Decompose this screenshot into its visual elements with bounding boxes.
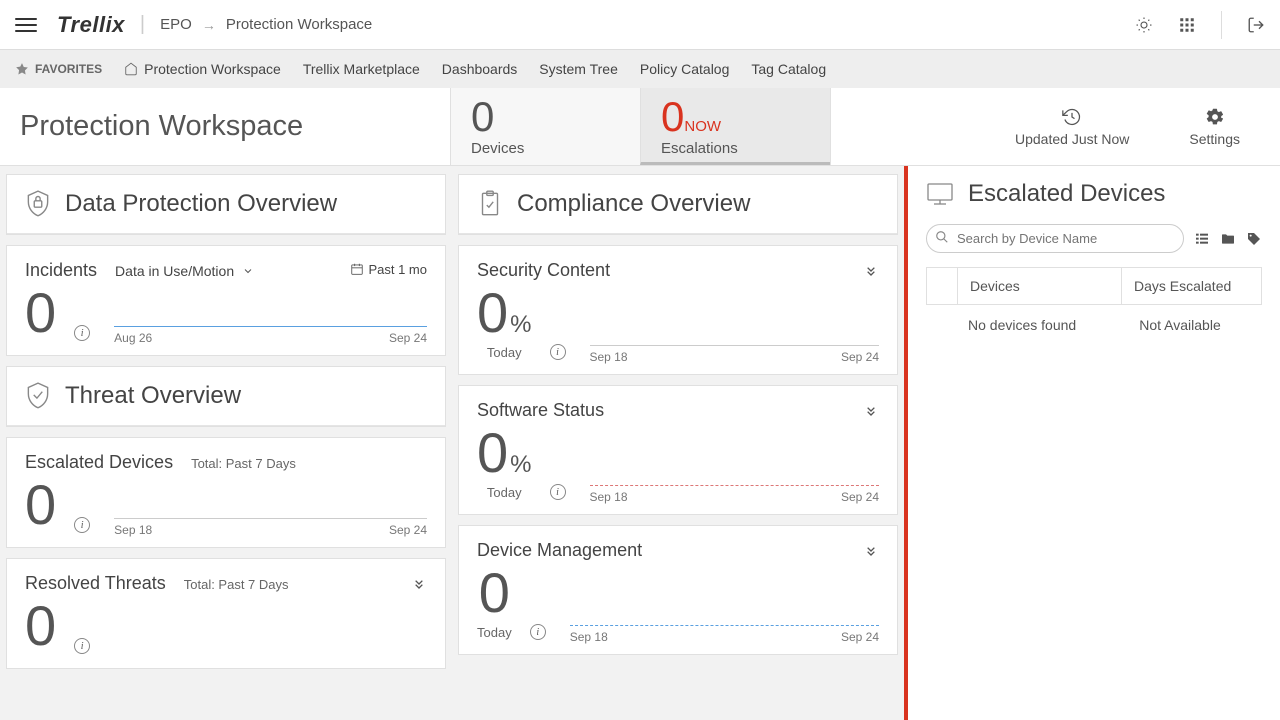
nav-policy-catalog[interactable]: Policy Catalog: [640, 61, 730, 77]
theme-icon[interactable]: [1135, 16, 1153, 34]
empty-message: No devices found: [968, 317, 1110, 333]
header-text: Threat Overview: [65, 382, 241, 410]
favorites-label: FAVORITES: [35, 62, 102, 76]
info-icon[interactable]: i: [550, 484, 566, 500]
nav-label: Tag Catalog: [751, 61, 826, 77]
brand-logo: Trellix: [57, 12, 125, 38]
filter-label: Data in Use/Motion: [115, 263, 234, 279]
nav-label: Protection Workspace: [144, 61, 281, 77]
resolved-note: Total: Past 7 Days: [184, 577, 289, 592]
chevron-double-down-icon[interactable]: [863, 403, 879, 419]
data-protection-header: Data Protection Overview: [7, 175, 445, 234]
arrow-icon: →: [202, 17, 216, 33]
settings-label: Settings: [1189, 131, 1240, 147]
breadcrumb: EPO → Protection Workspace: [160, 16, 372, 33]
nav-label: System Tree: [539, 61, 618, 77]
info-icon[interactable]: i: [74, 638, 90, 654]
device-sparkline: Sep 18Sep 24: [570, 600, 879, 640]
escalated-devices-title: Escalated Devices: [25, 452, 173, 473]
device-value: 0: [479, 565, 510, 621]
shield-icon: [25, 189, 51, 219]
info-icon[interactable]: i: [550, 344, 566, 360]
nav-dashboards[interactable]: Dashboards: [442, 61, 518, 77]
nav-label: Policy Catalog: [640, 61, 730, 77]
header-text: Escalated Devices: [968, 180, 1165, 208]
list-view-icon[interactable]: [1194, 231, 1210, 247]
header-text: Compliance Overview: [517, 190, 750, 218]
incidents-value: 0: [25, 285, 56, 341]
breadcrumb-root[interactable]: EPO: [160, 16, 192, 33]
escalated-note: Total: Past 7 Days: [191, 456, 296, 471]
updated-widget[interactable]: Updated Just Now: [1015, 107, 1129, 147]
info-icon[interactable]: i: [74, 517, 90, 533]
apps-icon[interactable]: [1178, 16, 1196, 34]
search-input[interactable]: [926, 224, 1184, 253]
page-title: Protection Workspace: [0, 88, 450, 165]
today-label: Today: [487, 485, 522, 500]
folder-icon[interactable]: [1220, 231, 1236, 247]
today-label: Today: [487, 345, 522, 360]
updated-label: Updated Just Now: [1015, 131, 1129, 147]
range-selector[interactable]: Past 1 mo: [350, 262, 427, 277]
nav-system-tree[interactable]: System Tree: [539, 61, 618, 77]
chevron-double-down-icon[interactable]: [863, 263, 879, 279]
today-label: Today: [477, 625, 512, 640]
incidents-sparkline: Aug 26Sep 24: [114, 301, 427, 341]
escalations-count: 0NOW: [661, 96, 810, 138]
chevron-double-down-icon[interactable]: [411, 576, 427, 592]
col-devices[interactable]: Devices: [957, 268, 1121, 304]
incidents-title: Incidents: [25, 260, 97, 281]
separator: |: [140, 13, 145, 36]
settings-widget[interactable]: Settings: [1189, 107, 1240, 147]
security-sparkline: Sep 18Sep 24: [590, 320, 880, 360]
table-empty-row: No devices found Not Available: [926, 305, 1262, 345]
security-value: 0%: [477, 285, 532, 341]
info-icon[interactable]: i: [530, 624, 546, 640]
software-sparkline: Sep 18Sep 24: [590, 460, 880, 500]
resolved-threats-title: Resolved Threats: [25, 573, 166, 594]
menu-button[interactable]: [15, 14, 37, 36]
devices-count: 0: [471, 96, 620, 138]
incidents-filter-dropdown[interactable]: Data in Use/Motion: [115, 263, 254, 279]
tag-icon[interactable]: [1246, 231, 1262, 247]
empty-na: Not Available: [1110, 317, 1250, 333]
escalated-sparkline: Sep 18Sep 24: [114, 493, 427, 533]
resolved-value: 0: [25, 598, 56, 654]
chevron-double-down-icon[interactable]: [863, 543, 879, 559]
devices-label: Devices: [471, 140, 620, 157]
escalations-label: Escalations: [661, 140, 810, 157]
security-content-title: Security Content: [477, 260, 610, 281]
escalated-value: 0: [25, 477, 56, 533]
shield-check-icon: [25, 381, 51, 411]
device-management-title: Device Management: [477, 540, 642, 561]
software-value: 0%: [477, 425, 532, 481]
compliance-header: Compliance Overview: [459, 175, 897, 234]
range-label: Past 1 mo: [368, 262, 427, 277]
info-icon[interactable]: i: [74, 325, 90, 341]
summary-escalations[interactable]: 0NOW Escalations: [640, 88, 830, 165]
header-text: Data Protection Overview: [65, 190, 337, 218]
chevron-down-icon: [242, 265, 254, 277]
calendar-icon: [350, 262, 364, 276]
nav-label: Dashboards: [442, 61, 518, 77]
nav-protection-workspace[interactable]: Protection Workspace: [124, 61, 281, 77]
summary-devices[interactable]: 0 Devices: [450, 88, 640, 165]
escalated-devices-header: Escalated Devices: [926, 180, 1262, 208]
favorites-button[interactable]: FAVORITES: [15, 62, 102, 76]
clipboard-check-icon: [477, 189, 503, 219]
nav-tag-catalog[interactable]: Tag Catalog: [751, 61, 826, 77]
monitor-icon: [926, 182, 954, 206]
search-icon: [935, 230, 949, 244]
nav-marketplace[interactable]: Trellix Marketplace: [303, 61, 420, 77]
threat-overview-header: Threat Overview: [7, 367, 445, 426]
breadcrumb-page[interactable]: Protection Workspace: [226, 16, 372, 33]
software-status-title: Software Status: [477, 400, 604, 421]
nav-label: Trellix Marketplace: [303, 61, 420, 77]
col-days[interactable]: Days Escalated: [1121, 268, 1261, 304]
logout-icon[interactable]: [1247, 16, 1265, 34]
separator: [1221, 11, 1222, 39]
table-header: Devices Days Escalated: [926, 267, 1262, 305]
